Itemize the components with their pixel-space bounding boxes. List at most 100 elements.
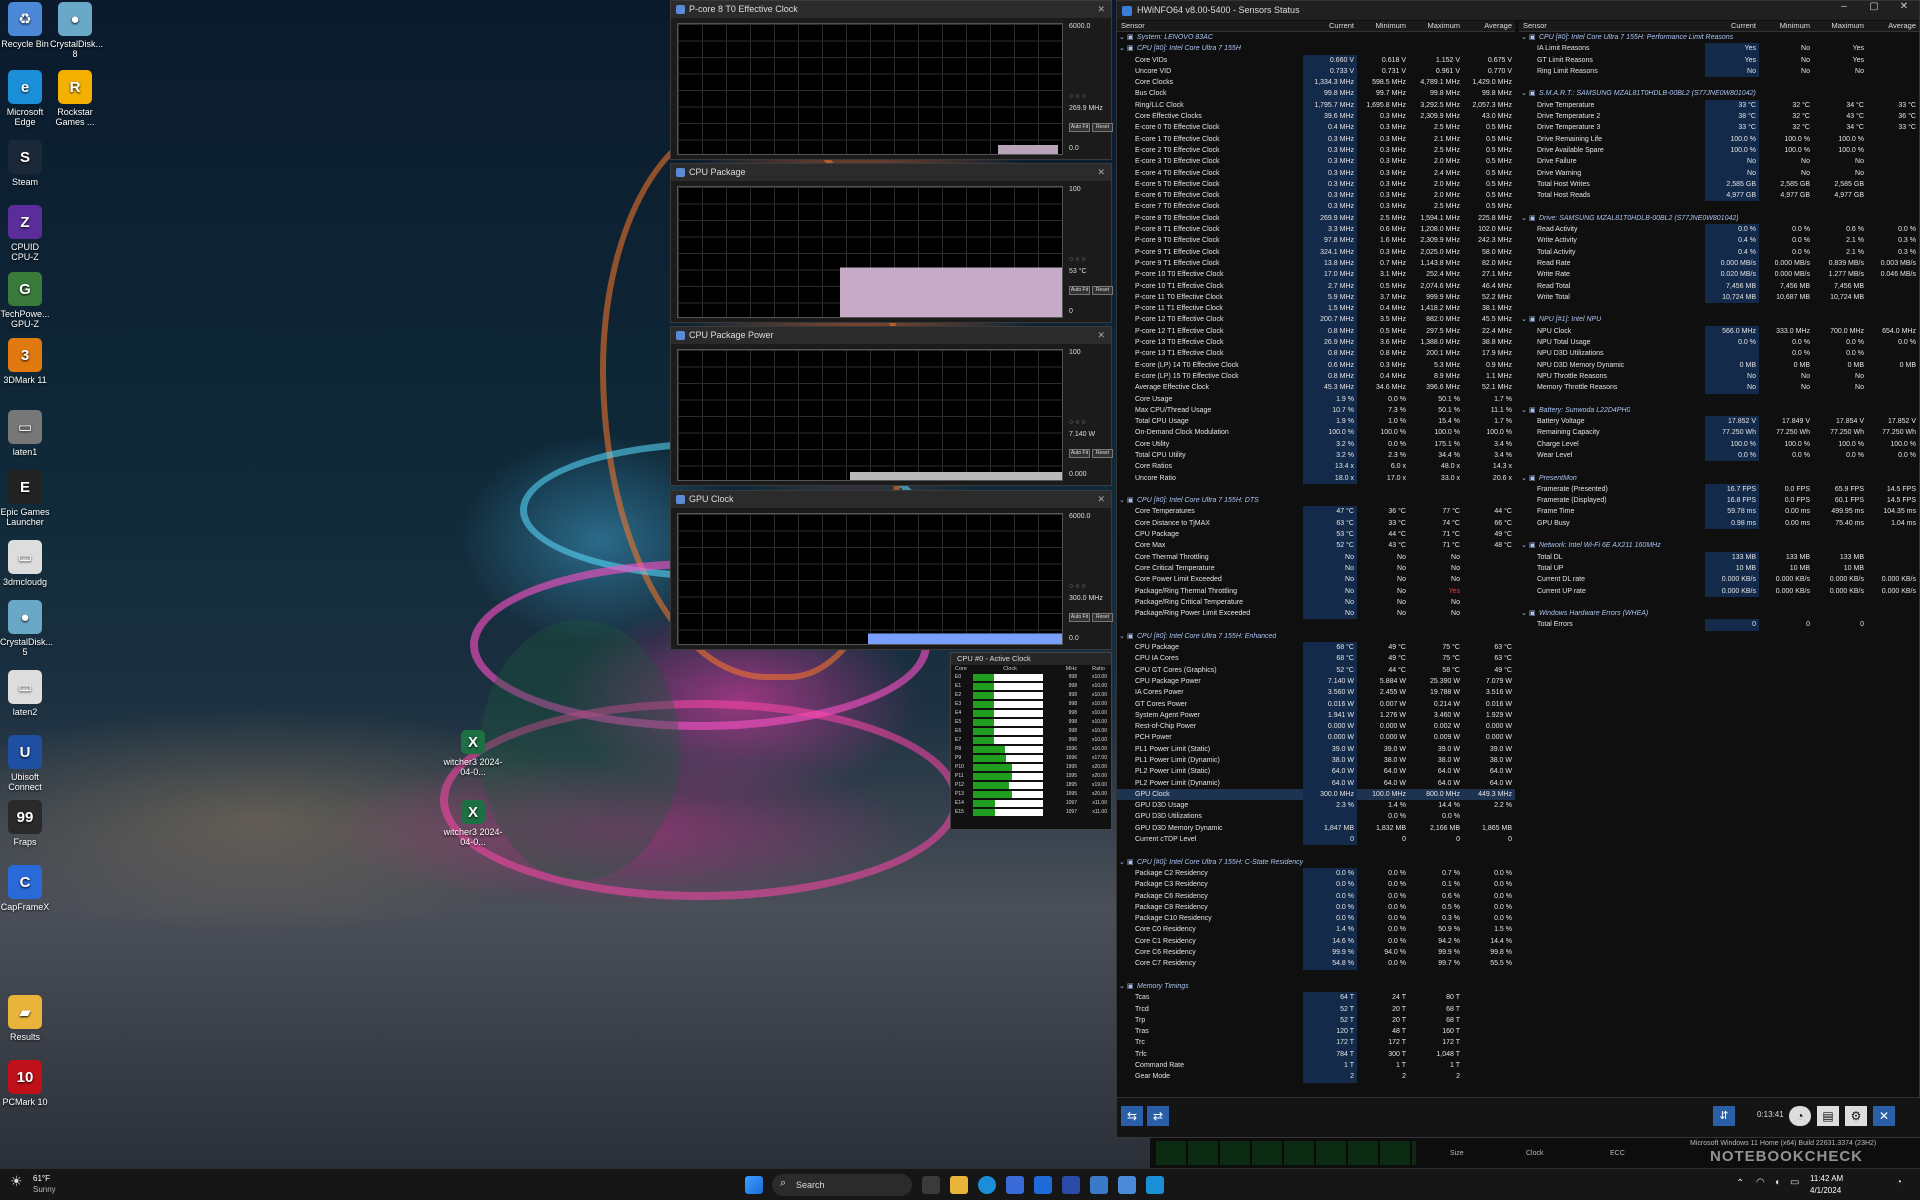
sensor-row[interactable]: P-core 12 T0 Effective Clock 200.7 MHz 3…: [1117, 314, 1515, 326]
sensor-row[interactable]: Current DL rate 0.000 KB/s 0.000 KB/s 0.…: [1519, 574, 1919, 586]
sensor-row[interactable]: Core C7 Residency 54.8 % 0.0 % 99.7 % 55…: [1117, 958, 1515, 970]
sensor-row[interactable]: Core Temperatures 47 °C 36 °C 77 °C 44 °…: [1117, 506, 1515, 518]
graph-options-icon[interactable]: ○○○: [1069, 93, 1088, 100]
desktop-icon[interactable]: 99 Fraps: [0, 800, 50, 847]
sensor-row[interactable]: Current UP rate 0.000 KB/s 0.000 KB/s 0.…: [1519, 585, 1919, 597]
col-average[interactable]: Average: [1867, 21, 1919, 31]
sensor-row[interactable]: E-core 0 T0 Effective Clock 0.4 MHz 0.3 …: [1117, 122, 1515, 134]
sensor-row[interactable]: GT Limit Reasons Yes No Yes: [1519, 54, 1919, 66]
chevron-down-icon[interactable]: ⌄: [1519, 608, 1529, 619]
close-icon[interactable]: ✕: [1097, 327, 1105, 344]
search-box[interactable]: ⌕ Search: [772, 1174, 912, 1196]
desktop-file-witcher3-2[interactable]: X witcher3 2024-04-0...: [440, 800, 506, 847]
sensor-row[interactable]: Trfc 784 T 300 T 1,048 T: [1117, 1048, 1515, 1061]
reset-button[interactable]: Reset: [1092, 123, 1113, 132]
reset-button[interactable]: Reset: [1092, 286, 1113, 295]
graph-options-icon[interactable]: ○○○: [1069, 583, 1088, 590]
battery-icon[interactable]: ▭: [1790, 1177, 1799, 1188]
sensor-row[interactable]: Gear Mode 2 2 2: [1117, 1071, 1515, 1083]
sensor-group[interactable]: ⌄ ▣ NPU [#1]: Intel NPU: [1519, 314, 1919, 325]
sensor-row[interactable]: P-core 9 T1 Effective Clock 13.8 MHz 0.7…: [1117, 257, 1515, 270]
speaker-icon[interactable]: ◖: [1774, 1177, 1780, 1188]
sensor-row[interactable]: Drive Warning No No No: [1519, 167, 1919, 179]
col-minimum[interactable]: Minimum: [1357, 21, 1409, 31]
auto-fit-button[interactable]: Auto Fit: [1069, 286, 1090, 295]
desktop-icon[interactable]: ▭ laten1: [0, 410, 50, 457]
chevron-down-icon[interactable]: ⌄: [1519, 213, 1529, 224]
sensor-group[interactable]: ⌄ ▣ PresentMon: [1519, 473, 1919, 484]
sensor-row[interactable]: Rest-of-Chip Power 0.000 W 0.000 W 0.002…: [1117, 721, 1515, 733]
sensor-row[interactable]: Remaining Capacity 77.250 Wh 77.250 Wh 7…: [1519, 427, 1919, 439]
sensor-row[interactable]: Trc 172 T 172 T 172 T: [1117, 1037, 1515, 1049]
desktop-icon[interactable]: ▭ 3dmcloudg: [0, 540, 50, 587]
sensor-row[interactable]: Uncore VID 0.733 V 0.731 V 0.961 V 0.770…: [1117, 65, 1515, 78]
close-icon[interactable]: ✕: [1097, 1, 1105, 18]
desktop-icon[interactable]: E Epic Games Launcher: [0, 470, 50, 527]
reset-button[interactable]: Reset: [1092, 613, 1113, 622]
maximize-icon[interactable]: ▢: [1859, 1, 1889, 12]
sensor-row[interactable]: Current cTDP Level 0 0 0 0: [1117, 834, 1515, 846]
arrows-collapse-icon[interactable]: ⇄: [1147, 1106, 1169, 1126]
auto-fit-button[interactable]: Auto Fit: [1069, 123, 1090, 132]
sensor-row[interactable]: PL1 Power Limit (Static) 39.0 W 39.0 W 3…: [1117, 743, 1515, 755]
close-icon[interactable]: ✕: [1097, 164, 1105, 181]
sensor-group[interactable]: ⌄ ▣ Memory Timings: [1117, 981, 1515, 992]
sensor-row[interactable]: Core Max 52 °C 43 °C 71 °C 48 °C: [1117, 540, 1515, 552]
desktop-icon[interactable]: ● CrystalDisk... 5: [0, 600, 53, 657]
sensor-row[interactable]: Ring Limit Reasons No No No: [1519, 65, 1919, 78]
sensor-row[interactable]: Drive Temperature 33 °C 32 °C 34 °C 33 °…: [1519, 99, 1919, 112]
sensor-pane-right[interactable]: Sensor Current Minimum Maximum Average ⌄…: [1519, 21, 1919, 631]
desktop-icon[interactable]: S Steam: [0, 140, 50, 187]
sensor-row[interactable]: P-core 10 T1 Effective Clock 2.7 MHz 0.5…: [1117, 280, 1515, 292]
sensor-row[interactable]: Total Host Reads 4,977 GB 4,977 GB 4,977…: [1519, 190, 1919, 202]
auto-fit-button[interactable]: Auto Fit: [1069, 613, 1090, 622]
file-explorer-icon[interactable]: [950, 1176, 968, 1194]
desktop-icon[interactable]: Z CPUID CPU-Z: [0, 205, 50, 262]
minimize-icon[interactable]: –: [1829, 1, 1859, 12]
sensor-group[interactable]: ⌄ ▣ CPU [#0]: Intel Core Ultra 7 155H: Enh…: [1117, 631, 1515, 642]
desktop-icon[interactable]: G TechPowe... GPU-Z: [0, 272, 50, 329]
sensor-row[interactable]: CPU GT Cores (Graphics) 52 °C 44 °C 58 °…: [1117, 664, 1515, 676]
chevron-down-icon[interactable]: ⌄: [1117, 32, 1127, 43]
sensor-row[interactable]: Core Ratios 13.4 x 6.0 x 48.0 x 14.3 x: [1117, 461, 1515, 473]
sensor-row[interactable]: E-core 3 T0 Effective Clock 0.3 MHz 0.3 …: [1117, 156, 1515, 168]
sensor-row[interactable]: PL2 Power Limit (Static) 64.0 W 64.0 W 6…: [1117, 766, 1515, 778]
dropbox-icon[interactable]: [1034, 1176, 1052, 1194]
chevron-down-icon[interactable]: ⌄: [1519, 32, 1529, 43]
desktop-icon[interactable]: R Rockstar Games ...: [50, 70, 100, 127]
sensor-row[interactable]: Core Thermal Throttling No No No: [1117, 551, 1515, 563]
network-icon[interactable]: ⇵: [1713, 1106, 1735, 1126]
sensor-row[interactable]: CPU Package 68 °C 49 °C 75 °C 63 °C: [1117, 642, 1515, 654]
sensor-row[interactable]: Core Power Limit Exceeded No No No: [1117, 574, 1515, 586]
bell-icon[interactable]: ◔: [1896, 1177, 1902, 1188]
auto-fit-button[interactable]: Auto Fit: [1069, 449, 1090, 458]
sensor-group[interactable]: ⌄ ▣ Battery: Sunwoda L22D4PH0: [1519, 405, 1919, 416]
sensor-pane-left[interactable]: Sensor Current Minimum Maximum Average ⌄…: [1117, 21, 1515, 1083]
lenovo-icon[interactable]: [1062, 1176, 1080, 1194]
sensor-row[interactable]: E-core 7 T0 Effective Clock 0.3 MHz 0.3 …: [1117, 201, 1515, 213]
sensor-row[interactable]: Framerate (Presented) 16.7 FPS 0.0 FPS 6…: [1519, 483, 1919, 496]
sensor-row[interactable]: Core Usage 1.9 % 0.0 % 50.1 % 1.7 %: [1117, 393, 1515, 405]
sensor-group[interactable]: ⌄ ▣ System: LENOVO 83AC: [1117, 32, 1515, 43]
arrows-left-right-icon[interactable]: ⇆: [1121, 1106, 1143, 1126]
sensor-row[interactable]: Total Errors 0 0 0: [1519, 619, 1919, 631]
sensor-row[interactable]: P-core 8 T1 Effective Clock 3.3 MHz 0.6 …: [1117, 224, 1515, 236]
sensor-row[interactable]: Ring/LLC Clock 1,795.7 MHz 1,695.8 MHz 3…: [1117, 99, 1515, 112]
sensor-group[interactable]: ⌄ ▣ CPU [#0]: Intel Core Ultra 7 155H: DTS: [1117, 495, 1515, 506]
sensor-row[interactable]: CPU IA Cores 68 °C 49 °C 75 °C 63 °C: [1117, 653, 1515, 665]
sensor-row[interactable]: Read Activity 0.0 % 0.0 % 0.6 % 0.0 %: [1519, 224, 1919, 236]
store-icon[interactable]: [1006, 1176, 1024, 1194]
sensor-row[interactable]: Total UP 10 MB 10 MB 10 MB: [1519, 562, 1919, 575]
desktop-icon[interactable]: ● CrystalDisk... 8: [50, 2, 103, 59]
sensor-row[interactable]: E-core 1 T0 Effective Clock 0.3 MHz 0.3 …: [1117, 133, 1515, 145]
hwinfo-window[interactable]: HWiNFO64 v8.00-5400 - Sensors Status – ▢ ✕…: [1116, 0, 1920, 1138]
sensor-row[interactable]: P-core 13 T1 Effective Clock 0.8 MHz 0.8…: [1117, 348, 1515, 360]
sensor-row[interactable]: GPU D3D Memory Dynamic 1,847 MB 1,832 MB…: [1117, 822, 1515, 835]
col-minimum[interactable]: Minimum: [1759, 21, 1813, 31]
sensor-row[interactable]: PCH Power 0.000 W 0.000 W 0.009 W 0.000 …: [1117, 732, 1515, 744]
graph-options-icon[interactable]: ○○○: [1069, 419, 1088, 426]
sensor-row[interactable]: Tcas 64 T 24 T 80 T: [1117, 992, 1515, 1004]
sensor-row[interactable]: P-core 10 T0 Effective Clock 17.0 MHz 3.…: [1117, 269, 1515, 281]
sensor-row[interactable]: Total DL 133 MB 133 MB 133 MB: [1519, 551, 1919, 563]
sensor-row[interactable]: Drive Temperature 3 33 °C 32 °C 34 °C 33…: [1519, 122, 1919, 134]
